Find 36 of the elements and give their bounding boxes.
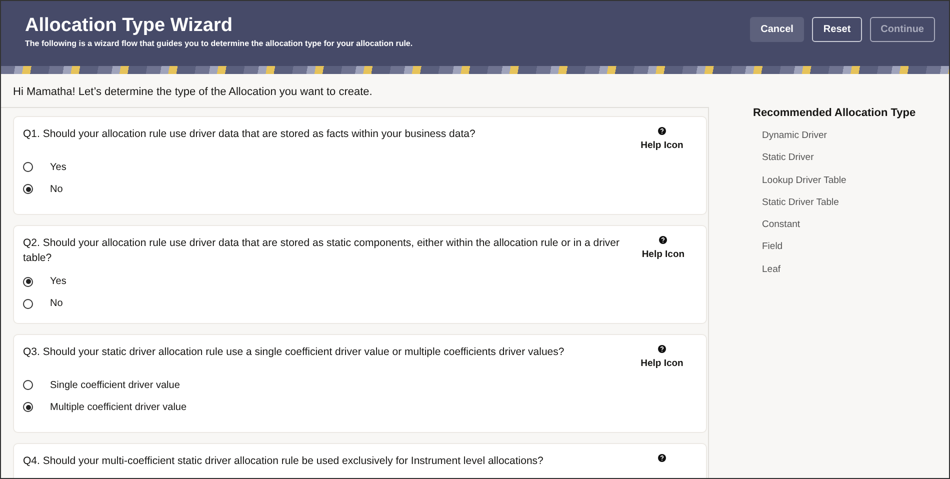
option-label: Yes <box>50 160 66 175</box>
help-label: Help Icon <box>642 248 685 262</box>
option-label: Multiple coefficient driver value <box>50 400 187 415</box>
help-icon[interactable] <box>659 236 668 244</box>
wizard-title: Allocation Type Wizard <box>25 15 234 38</box>
question-text: Q3. Should your static driver allocation rule use a single coefficient driver value or multiple coefficients driver values? <box>23 344 564 360</box>
allocation-type-item: Constant <box>762 218 802 232</box>
wizard-button[interactable]: Reset <box>812 17 862 42</box>
radio-button[interactable] <box>23 402 33 412</box>
help-icon[interactable] <box>658 454 666 462</box>
radio-button[interactable] <box>23 162 33 172</box>
section-title: Recommended Allocation Type <box>753 106 916 120</box>
allocation-type-item: Dynamic Driver <box>762 129 828 143</box>
option-label: Yes <box>50 275 66 289</box>
radio-button[interactable] <box>23 276 33 286</box>
help-icon[interactable] <box>658 126 666 134</box>
allocation-type-item: Field <box>762 240 784 254</box>
greeting-text: Hi Mamatha! Let’s determine the type of the Allocation you want to create. <box>12 85 374 100</box>
help-label: Help Icon <box>640 138 684 152</box>
wizard-subtitle: The following is a wizard flow that guides you to determine the allocation type for your allocation rule. <box>25 38 413 50</box>
question-text: Q1. Should your allocation rule use driver data that are stored as facts within your business data? <box>23 126 476 142</box>
radio-button[interactable] <box>23 184 33 194</box>
question-text: Q2. Should your allocation rule use driver data that are stored as static components, either within the allocation rule or in a driver table? <box>23 236 620 266</box>
wizard-button[interactable]: Cancel <box>750 17 804 42</box>
allocation-type-item: Static Driver <box>762 151 815 166</box>
help-icon[interactable] <box>658 344 666 352</box>
option-label: Single coefficient driver value <box>50 378 180 393</box>
radio-button[interactable] <box>23 380 33 390</box>
radio-button[interactable] <box>23 298 33 308</box>
help-label: Help Icon <box>640 356 684 370</box>
allocation-type-item: Static Driver Table <box>762 196 840 210</box>
question-text: Q4. Should your multi-coefficient static driver allocation rule be used exclusively for Instrument level allocations? <box>23 454 544 468</box>
allocation-type-item: Lookup Driver Table <box>762 174 848 188</box>
allocation-type-item: Leaf <box>762 262 782 276</box>
option-label: No <box>50 297 63 311</box>
option-label: No <box>50 182 63 197</box>
